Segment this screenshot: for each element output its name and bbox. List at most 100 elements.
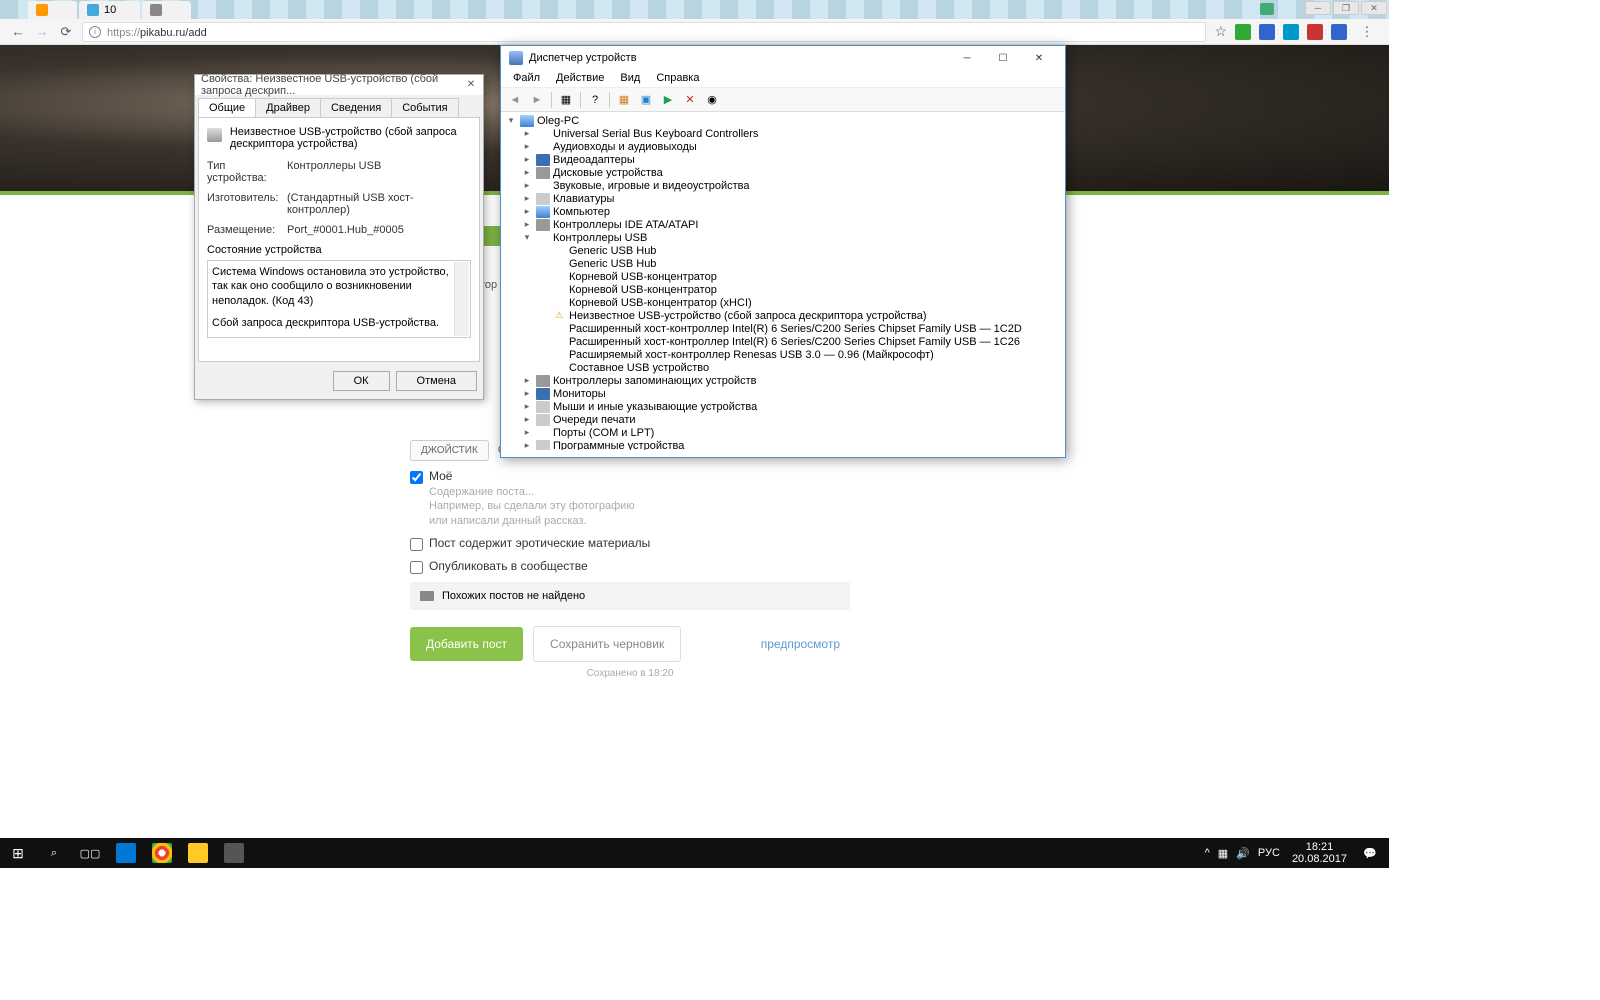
tree-item[interactable]: Неизвестное USB-устройство (сбой запроса… (501, 309, 1065, 322)
tree-item[interactable]: Составное USB устройство (501, 361, 1065, 374)
preview-link[interactable]: предпросмотр (761, 637, 840, 651)
extension-icon-1[interactable] (1235, 24, 1251, 40)
window-close-icon[interactable]: ✕ (1361, 1, 1387, 15)
tab-details[interactable]: Сведения (320, 98, 392, 117)
tree-expander-icon[interactable]: ▸ (521, 401, 533, 412)
toolbar-showhide-icon[interactable]: ▦ (556, 90, 576, 110)
tree-item[interactable]: ▸Порты (COM и LPT) (501, 426, 1065, 439)
cancel-button[interactable]: Отмена (396, 371, 477, 391)
tree-item[interactable]: ▸Мыши и иные указывающие устройства (501, 400, 1065, 413)
extension-icon-2[interactable] (1259, 24, 1275, 40)
tree-expander-icon[interactable]: ▸ (521, 167, 533, 178)
tray-language[interactable]: РУС (1254, 847, 1284, 859)
checkbox-erotic[interactable] (410, 538, 423, 551)
tree-item[interactable]: Generic USB Hub (501, 244, 1065, 257)
action-center-icon[interactable]: 💬 (1355, 838, 1385, 868)
add-post-button[interactable]: Добавить пост (410, 627, 523, 661)
tree-item[interactable]: ▾Oleg-PC (501, 114, 1065, 127)
devmgr-maximize-icon[interactable]: ☐ (985, 47, 1021, 69)
toolbar-back-icon[interactable]: ◄ (505, 90, 525, 110)
task-view-button[interactable]: ▢▢ (72, 838, 108, 868)
tree-item[interactable]: ▾Контроллеры USB (501, 231, 1065, 244)
url-bar[interactable]: i https://pikabu.ru/add (82, 22, 1206, 42)
ok-button[interactable]: ОК (333, 371, 390, 391)
checkbox-community[interactable] (410, 561, 423, 574)
menu-file[interactable]: Файл (505, 70, 548, 87)
tree-item[interactable]: ▸Мониторы (501, 387, 1065, 400)
tree-item[interactable]: ▸Universal Serial Bus Keyboard Controlle… (501, 127, 1065, 140)
dialog-close-icon[interactable]: ✕ (463, 77, 479, 91)
extension-icon-4[interactable] (1307, 24, 1323, 40)
bookmark-star-icon[interactable]: ☆ (1214, 23, 1227, 40)
browser-tab-1[interactable] (28, 1, 77, 19)
toolbar-properties-icon[interactable]: ▦ (614, 90, 634, 110)
taskbar-app-other[interactable] (216, 838, 252, 868)
tree-expander-icon[interactable]: ▾ (521, 232, 533, 243)
taskbar-app-explorer[interactable] (180, 838, 216, 868)
tree-item[interactable]: ▸Аудиовходы и аудиовыходы (501, 140, 1065, 153)
toolbar-scan-icon[interactable]: ▣ (636, 90, 656, 110)
tab-driver[interactable]: Драйвер (255, 98, 321, 117)
extension-icon-5[interactable] (1331, 24, 1347, 40)
reload-button[interactable]: ⟳ (54, 20, 78, 44)
forward-button[interactable]: → (30, 20, 54, 44)
toolbar-forward-icon[interactable]: ► (527, 90, 547, 110)
tree-expander-icon[interactable]: ▸ (521, 128, 533, 139)
tree-item[interactable]: ▸Очереди печати (501, 413, 1065, 426)
tree-expander-icon[interactable]: ▸ (521, 206, 533, 217)
tree-item[interactable]: Корневой USB-концентратор (xHCI) (501, 296, 1065, 309)
checkbox-my-content[interactable] (410, 471, 423, 484)
tree-item[interactable]: ▸Звуковые, игровые и видеоустройства (501, 179, 1065, 192)
tree-expander-icon[interactable]: ▸ (521, 414, 533, 425)
toolbar-help-icon[interactable]: ? (585, 90, 605, 110)
tree-item[interactable]: ▸Клавиатуры (501, 192, 1065, 205)
tree-item[interactable]: ▸Видеоадаптеры (501, 153, 1065, 166)
dialog-titlebar[interactable]: Свойства: Неизвестное USB-устройство (сб… (195, 75, 483, 95)
chrome-menu-icon[interactable]: ⋮ (1355, 20, 1379, 44)
toolbar-disable-icon[interactable]: ◉ (702, 90, 722, 110)
site-info-icon[interactable]: i (89, 26, 101, 38)
tree-item[interactable]: ▸Контроллеры запоминающих устройств (501, 374, 1065, 387)
tree-expander-icon[interactable]: ▸ (521, 180, 533, 191)
tab-events[interactable]: События (391, 98, 458, 117)
taskbar-app-edge[interactable] (108, 838, 144, 868)
tree-item[interactable]: ▸Дисковые устройства (501, 166, 1065, 179)
toolbar-uninstall-icon[interactable]: ✕ (680, 90, 700, 110)
menu-help[interactable]: Справка (648, 70, 707, 87)
tree-item[interactable]: Расширенный хост-контроллер Intel(R) 6 S… (501, 335, 1065, 348)
taskbar-clock[interactable]: 18:21 20.08.2017 (1284, 841, 1355, 865)
tree-expander-icon[interactable]: ▾ (505, 115, 517, 126)
tray-volume-icon[interactable]: 🔊 (1232, 847, 1254, 860)
devmgr-close-icon[interactable]: ✕ (1021, 47, 1057, 69)
tree-expander-icon[interactable]: ▸ (521, 154, 533, 165)
tab-general[interactable]: Общие (198, 98, 256, 117)
browser-tab-2[interactable]: 10 (79, 1, 140, 19)
start-button[interactable]: ⊞ (0, 838, 36, 868)
window-minimize-icon[interactable]: ─ (1305, 1, 1331, 15)
tray-network-icon[interactable]: ▦ (1214, 847, 1232, 860)
tree-expander-icon[interactable]: ▸ (521, 141, 533, 152)
tree-expander-icon[interactable]: ▸ (521, 427, 533, 438)
tree-item[interactable]: Корневой USB-концентратор (501, 283, 1065, 296)
devmgr-minimize-icon[interactable]: ─ (949, 47, 985, 69)
tree-item[interactable]: ▸Программные устройства (501, 439, 1065, 450)
tree-expander-icon[interactable]: ▸ (521, 219, 533, 230)
tree-item[interactable]: ▸Компьютер (501, 205, 1065, 218)
device-status-box[interactable]: Система Windows остановила это устройств… (207, 260, 471, 338)
menu-view[interactable]: Вид (612, 70, 648, 87)
tree-item[interactable]: Расширенный хост-контроллер Intel(R) 6 S… (501, 322, 1065, 335)
search-button[interactable]: ⌕ (36, 838, 72, 868)
back-button[interactable]: ← (6, 20, 30, 44)
tree-expander-icon[interactable]: ▸ (521, 193, 533, 204)
tray-chevron-icon[interactable]: ^ (1201, 847, 1214, 859)
tree-expander-icon[interactable]: ▸ (521, 388, 533, 399)
tree-item[interactable]: ▸Контроллеры IDE ATA/ATAPI (501, 218, 1065, 231)
tree-item[interactable]: Расширяемый хост-контроллер Renesas USB … (501, 348, 1065, 361)
tree-item[interactable]: Generic USB Hub (501, 257, 1065, 270)
toolbar-update-icon[interactable]: ▶ (658, 90, 678, 110)
device-tree[interactable]: ▾Oleg-PC▸Universal Serial Bus Keyboard C… (501, 112, 1065, 450)
browser-tab-3[interactable] (142, 1, 191, 19)
save-draft-button[interactable]: Сохранить черновик (533, 626, 681, 662)
tree-item[interactable]: Корневой USB-концентратор (501, 270, 1065, 283)
tag-joystick[interactable]: ДЖОЙСТИК (410, 440, 489, 461)
